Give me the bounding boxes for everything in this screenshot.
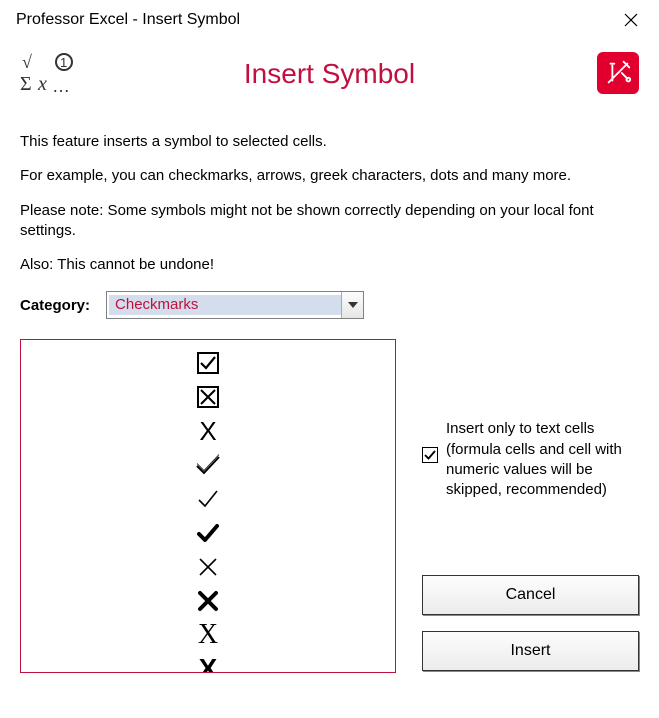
check-icon <box>424 449 436 461</box>
category-selected-value: Checkmarks <box>109 295 341 315</box>
chevron-down-icon <box>348 302 358 308</box>
close-icon <box>623 12 639 28</box>
symbol-item[interactable]: X <box>21 414 395 448</box>
cancel-button[interactable]: Cancel <box>422 575 639 615</box>
lower-area: X <box>20 339 639 673</box>
symbol-item[interactable] <box>21 550 395 584</box>
symbol-item[interactable] <box>21 584 395 618</box>
insert-button-label: Insert <box>510 642 550 660</box>
x-bold-icon <box>197 590 219 612</box>
checkbox-checked-icon <box>197 352 219 374</box>
category-dropdown[interactable]: Checkmarks <box>106 291 364 319</box>
header-row: √ 1 Σ x … Insert Symbol <box>20 52 639 106</box>
cancel-button-label: Cancel <box>506 586 556 604</box>
x-serif-icon: X <box>198 619 218 651</box>
dialog-window: Professor Excel - Insert Symbol √ 1 Σ x … <box>0 0 659 718</box>
text-cells-only-checkbox[interactable] <box>422 447 438 463</box>
category-row: Category: Checkmarks <box>20 291 639 319</box>
symbol-item[interactable] <box>21 516 395 550</box>
button-group: Cancel Insert <box>422 575 639 671</box>
titlebar: Professor Excel - Insert Symbol <box>0 0 659 40</box>
check-thin-icon <box>196 487 220 511</box>
window-title: Professor Excel - Insert Symbol <box>16 11 240 29</box>
dialog-body: √ 1 Σ x … Insert Symbol <box>0 40 659 718</box>
description-line: Please note: Some symbols might not be s… <box>20 201 639 242</box>
description-line: For example, you can checkmarks, arrows,… <box>20 166 639 186</box>
description-line: This feature inserts a symbol to selecte… <box>20 132 639 152</box>
symbol-item[interactable]: X <box>21 618 395 652</box>
page-title: Insert Symbol <box>20 58 639 90</box>
x-letter-icon: X <box>199 416 216 447</box>
text-cells-only-label: Insert only to text cells (formula cells… <box>446 419 639 500</box>
description-block: This feature inserts a symbol to selecte… <box>20 132 639 275</box>
symbol-listbox[interactable]: X <box>20 339 396 673</box>
symbol-item[interactable] <box>21 346 395 380</box>
category-label: Category: <box>20 297 90 314</box>
symbol-item[interactable] <box>21 448 395 482</box>
brand-icon <box>597 52 639 94</box>
insert-button[interactable]: Insert <box>422 631 639 671</box>
x-thin-icon <box>197 556 219 578</box>
option-row: Insert only to text cells (formula cells… <box>422 419 639 500</box>
check-outline-icon <box>194 453 222 477</box>
right-column: Insert only to text cells (formula cells… <box>422 339 639 673</box>
check-bold-icon <box>196 521 220 545</box>
close-button[interactable] <box>615 4 647 36</box>
symbol-item[interactable] <box>21 482 395 516</box>
symbol-item[interactable] <box>21 380 395 414</box>
description-line: Also: This cannot be undone! <box>20 255 639 275</box>
checkbox-cross-icon <box>197 386 219 408</box>
x-heavy-icon: X <box>199 653 218 673</box>
dropdown-button[interactable] <box>341 292 363 318</box>
symbol-item[interactable]: X <box>21 652 395 673</box>
symbol-list: X <box>21 346 395 673</box>
